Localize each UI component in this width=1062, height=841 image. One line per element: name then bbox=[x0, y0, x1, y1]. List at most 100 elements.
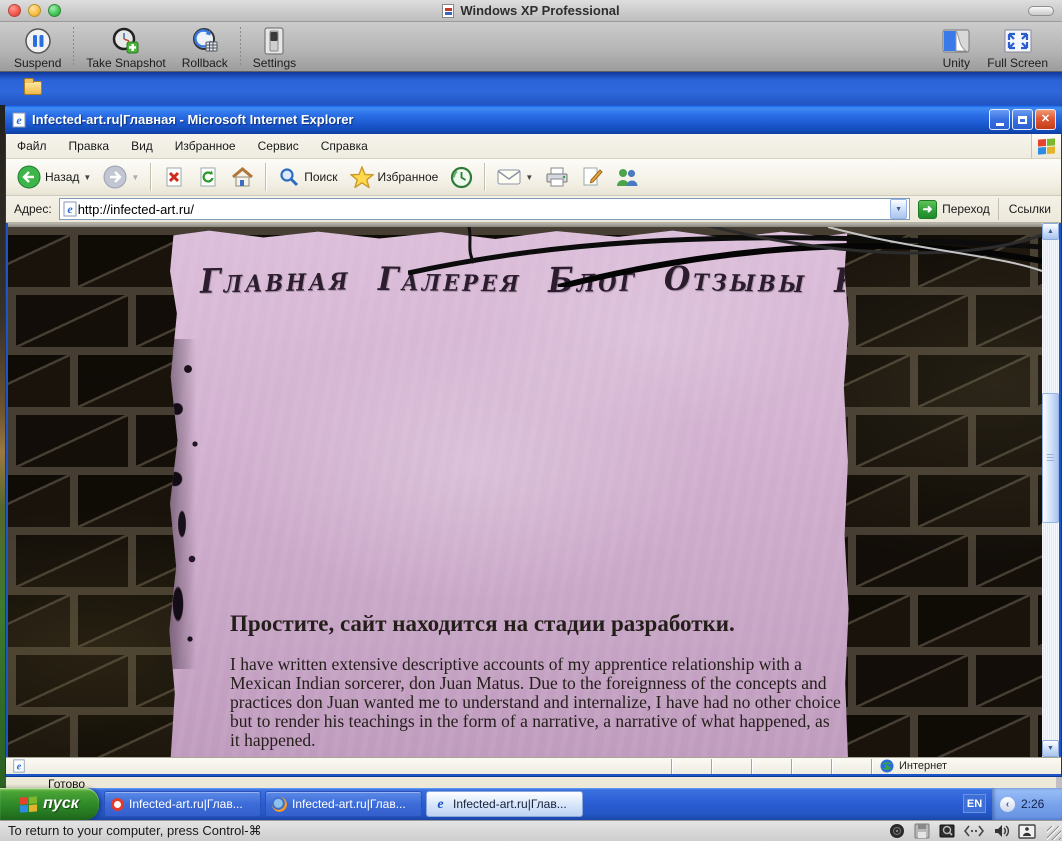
svg-text:e: e bbox=[16, 113, 22, 127]
minimize-window-button[interactable] bbox=[28, 4, 41, 17]
toolbar-separator bbox=[484, 163, 486, 191]
menu-edit[interactable]: Правка bbox=[58, 134, 121, 158]
minimize-button[interactable] bbox=[989, 109, 1010, 130]
folder-icon bbox=[24, 81, 42, 95]
windows-flag-icon bbox=[1038, 138, 1055, 154]
mac-traffic-lights bbox=[8, 4, 61, 17]
taskbar-item-firefox[interactable]: Infected-art.ru|Глав... bbox=[265, 791, 422, 817]
home-button[interactable] bbox=[226, 163, 259, 191]
maximize-button[interactable] bbox=[1012, 109, 1033, 130]
settings-button[interactable]: Settings bbox=[245, 25, 304, 72]
sound-icon[interactable] bbox=[993, 823, 1009, 839]
start-button[interactable]: пуск bbox=[0, 788, 99, 820]
go-button[interactable]: ➜ Переход bbox=[910, 200, 998, 219]
take-snapshot-button[interactable]: Take Snapshot bbox=[78, 25, 173, 72]
search-icon bbox=[278, 166, 300, 188]
scrollbar-thumb[interactable] bbox=[1042, 393, 1059, 523]
toolbar-toggle-button[interactable] bbox=[1028, 6, 1054, 16]
menu-view[interactable]: Вид bbox=[120, 134, 164, 158]
floppy-icon[interactable] bbox=[914, 823, 930, 839]
close-button[interactable]: ✕ bbox=[1035, 109, 1056, 130]
menu-favorites[interactable]: Избранное bbox=[164, 134, 247, 158]
internet-explorer-icon: e bbox=[433, 797, 448, 812]
address-input[interactable] bbox=[78, 202, 890, 217]
hard-disk-icon[interactable] bbox=[939, 823, 955, 839]
menu-tools[interactable]: Сервис bbox=[247, 134, 310, 158]
system-tray: ‹ 2:26 bbox=[992, 788, 1062, 820]
internet-explorer-window: e Infected-art.ru|Главная - Microsoft In… bbox=[5, 105, 1062, 777]
favorites-icon bbox=[350, 166, 374, 188]
full-screen-button[interactable]: Full Screen bbox=[979, 25, 1056, 72]
suspend-icon bbox=[23, 27, 53, 55]
window-title: Infected-art.ru|Главная - Microsoft Inte… bbox=[32, 112, 989, 127]
forward-button[interactable]: ▼ bbox=[98, 162, 144, 192]
back-button[interactable]: Назад▼ bbox=[12, 162, 96, 192]
ie-statusbar: e Интернет bbox=[6, 757, 1061, 774]
vertical-scrollbar[interactable]: ▲ ▼ bbox=[1042, 223, 1059, 757]
zoom-window-button[interactable] bbox=[48, 4, 61, 17]
taskbar-item-opera[interactable]: Infected-art.ru|Глав... bbox=[104, 791, 261, 817]
opera-icon bbox=[111, 798, 124, 811]
edit-icon bbox=[581, 166, 603, 188]
messenger-button[interactable] bbox=[610, 163, 644, 191]
mail-icon bbox=[497, 168, 521, 186]
search-button[interactable]: Поиск bbox=[273, 163, 342, 191]
windows-flag-icon bbox=[20, 796, 37, 812]
settings-icon bbox=[259, 27, 289, 55]
status-pane bbox=[711, 759, 751, 774]
forward-icon bbox=[103, 165, 127, 189]
print-icon bbox=[545, 166, 569, 188]
snapshot-icon bbox=[111, 27, 141, 55]
usb-device-icon[interactable] bbox=[1018, 824, 1036, 839]
torn-poster: Главная Галерея Блог Отзывы Контакты Про… bbox=[168, 229, 850, 757]
vm-status-message: To return to your computer, press Contro… bbox=[8, 823, 889, 839]
stop-icon bbox=[163, 166, 185, 188]
status-page-icon: e bbox=[12, 759, 26, 773]
print-button[interactable] bbox=[540, 163, 574, 191]
nav-home-link[interactable]: Главная bbox=[200, 259, 351, 302]
vm-toolbar: Suspend Take Snapshot Rollback Settings bbox=[0, 22, 1062, 72]
back-icon bbox=[17, 165, 41, 189]
toolbar-separator bbox=[265, 163, 267, 191]
scroll-down-button[interactable]: ▼ bbox=[1042, 740, 1059, 757]
background-window-statusbar: Готово bbox=[6, 777, 1056, 788]
status-pane bbox=[831, 759, 871, 774]
ie-titlebar[interactable]: e Infected-art.ru|Главная - Microsoft In… bbox=[5, 105, 1062, 134]
page-content: Главная Галерея Блог Отзывы Контакты Про… bbox=[8, 223, 1059, 757]
address-dropdown-button[interactable]: ▼ bbox=[890, 199, 907, 219]
favorites-button[interactable]: Избранное bbox=[345, 163, 444, 191]
rollback-button[interactable]: Rollback bbox=[174, 25, 236, 72]
go-arrow-icon: ➜ bbox=[918, 200, 937, 219]
taskbar-clock[interactable]: 2:26 bbox=[1021, 797, 1044, 811]
close-window-button[interactable] bbox=[8, 4, 21, 17]
vm-device-icons bbox=[889, 823, 1036, 839]
ie-menubar: Файл Правка Вид Избранное Сервис Справка bbox=[6, 134, 1061, 159]
resize-grip[interactable] bbox=[1047, 826, 1061, 840]
language-indicator[interactable]: EN bbox=[963, 794, 986, 813]
history-button[interactable] bbox=[445, 163, 478, 192]
stop-button[interactable] bbox=[158, 163, 190, 191]
refresh-button[interactable] bbox=[192, 163, 224, 191]
taskbar: пуск Infected-art.ru|Глав... Infected-ar… bbox=[0, 788, 1062, 820]
history-icon bbox=[450, 166, 473, 189]
scroll-up-button[interactable]: ▲ bbox=[1042, 223, 1059, 240]
cd-drive-icon[interactable] bbox=[889, 823, 905, 839]
toolbar-separator bbox=[240, 27, 241, 67]
background-window-titlebar[interactable] bbox=[0, 72, 1062, 105]
menu-file[interactable]: Файл bbox=[6, 134, 58, 158]
menu-help[interactable]: Справка bbox=[310, 134, 379, 158]
links-button[interactable]: Ссылки bbox=[998, 198, 1057, 220]
edit-button[interactable] bbox=[576, 163, 608, 191]
network-icon[interactable] bbox=[964, 824, 984, 838]
svg-text:e: e bbox=[67, 202, 73, 216]
globe-icon bbox=[880, 759, 894, 773]
tray-collapse-icon[interactable]: ‹ bbox=[1000, 797, 1015, 812]
mail-button[interactable]: ▼ bbox=[492, 165, 538, 189]
unity-icon bbox=[941, 27, 971, 55]
status-pane bbox=[671, 759, 711, 774]
taskbar-item-ie-active[interactable]: e Infected-art.ru|Глав... bbox=[426, 791, 583, 817]
suspend-button[interactable]: Suspend bbox=[6, 25, 69, 72]
firefox-icon bbox=[272, 797, 287, 812]
unity-button[interactable]: Unity bbox=[933, 25, 979, 72]
vm-window-title: Windows XP Professional bbox=[442, 3, 619, 18]
